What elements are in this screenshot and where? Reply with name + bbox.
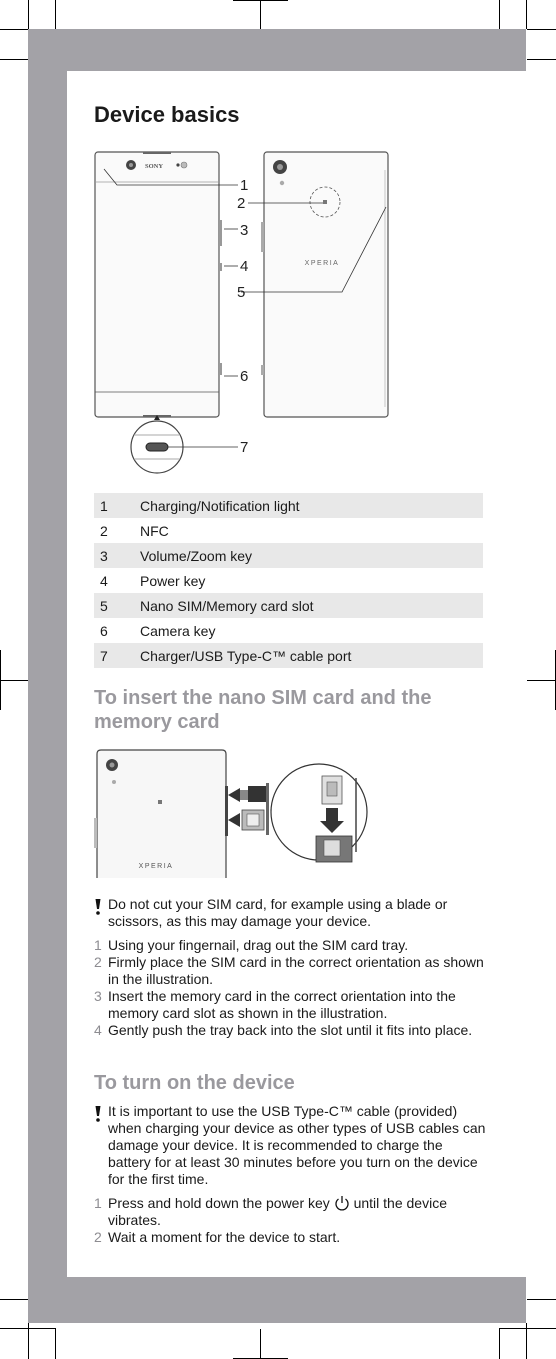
phone-back-partial: XPERIA [94,749,228,878]
list-item: 3 Insert the memory card in the correct o… [94,988,489,1022]
crop-mark [499,1328,500,1359]
part-label: Volume/Zoom key [140,543,483,568]
page-frame-bottom [28,1277,526,1323]
part-label: NFC [140,522,169,539]
sim-warning-note: Do not cut your SIM card, for example us… [94,896,489,930]
step-text: Insert the memory card in the correct or… [108,988,456,1021]
crop-mark [527,1299,556,1300]
sim-steps-list: 1 Using your fingernail, drag out the SIM… [94,937,489,1039]
part-number: 7 [94,643,140,668]
page-frame-left [28,29,67,1323]
crop-mark [55,0,56,29]
part-number: 5 [94,593,140,618]
phone-back: XPERIA [261,151,389,418]
table-row: 6 Camera key [94,618,483,643]
crop-mark [260,0,261,29]
crop-mark [0,1299,28,1300]
step-text: Gently push the tray back into the slot … [108,1022,473,1038]
page-title: Device basics [94,102,240,127]
crop-mark [28,0,29,29]
part-number: 1 [94,493,140,518]
step-number: 1 [94,937,102,953]
list-item: 2 Wait a moment for the device to start. [94,1229,489,1246]
table-row: 3 Volume/Zoom key [94,543,483,568]
sim-title-line-2: memory card [94,711,220,733]
warning-icon [95,1106,101,1122]
step-text: Firmly place the SIM card in the correct… [108,954,484,987]
crop-mark [526,0,527,29]
crop-mark [0,29,28,30]
callout-7: 7 [240,439,248,456]
part-label: Power key [140,572,206,589]
parts-table: 1 Charging/Notification light 2 NFC 3 Volum… [94,493,483,668]
step-number: 1 [94,1195,102,1211]
phone-front: SONY [94,151,222,418]
list-item: 4 Gently push the tray back into the slot… [94,1022,489,1039]
crop-mark [260,1329,261,1359]
callout-numbers: 1 2 3 4 5 6 7 [237,177,248,456]
power-warning-text: It is important to use the USB Type-C™ c… [108,1103,486,1187]
usb-port-detail [130,415,184,474]
table-row: 2 NFC [94,518,483,543]
crop-mark [0,59,28,60]
power-section-title: To turn on the device [94,1072,295,1094]
callout-3: 3 [240,222,248,239]
sim-warning-text: Do not cut your SIM card, for example us… [108,896,448,929]
crop-mark [527,59,556,60]
front-brand-label: SONY [145,163,163,170]
sim-figure-brand-label: XPERIA [139,863,174,870]
step-text: Wait a moment for the device to start. [108,1229,341,1245]
sim-title-line-1: To insert the nano SIM card and the [94,687,432,709]
crop-mark [0,650,1,710]
crop-mark [499,0,500,29]
table-row: 7 Charger/USB Type-C™ cable port [94,643,483,668]
warning-icon [95,899,101,915]
part-label: Nano SIM/Memory card slot [140,593,483,618]
sim-insert-diagram: XPERIA [94,749,368,878]
step-number: 2 [94,954,102,970]
step-number: 4 [94,1022,102,1038]
part-label: Charger/USB Type-C™ cable port [140,643,483,668]
step-number: 2 [94,1229,102,1245]
crop-mark [527,29,556,30]
power-steps-list: 1 Press and hold down the power key unti… [94,1195,489,1246]
step-text: Using your fingernail, drag out the SIM … [108,937,409,953]
step-number: 3 [94,988,102,1004]
list-item: 1 Press and hold down the power key unti… [94,1195,489,1229]
part-number: 4 [100,572,108,589]
part-label: Charging/Notification light [140,493,483,518]
crop-mark [526,1323,527,1359]
crop-mark [499,1328,556,1329]
part-number: 3 [94,543,140,568]
page-frame-top [28,29,526,71]
sim-detail-circle [270,763,368,863]
back-brand-label: XPERIA [305,260,340,267]
list-item: 2 Firmly place the SIM card in the correc… [94,954,489,988]
callout-6: 6 [240,368,248,385]
crop-mark [55,1328,56,1359]
callout-4: 4 [240,258,248,275]
callout-1: 1 [240,177,248,194]
table-row: 5 Nano SIM/Memory card slot [94,593,483,618]
device-diagram: SONY XPERIA 1 2 3 4 5 6 7 [94,151,389,474]
step-text: Press and hold down the power key [108,1195,330,1211]
power-icon [335,1196,349,1211]
crop-mark [0,680,28,681]
crop-mark [527,680,556,681]
list-item: 1 Using your fingernail, drag out the SIM… [94,937,489,954]
part-number: 2 [100,522,108,539]
callout-2: 2 [237,195,245,212]
part-number: 6 [100,622,108,639]
crop-mark [28,1323,29,1359]
table-row: 1 Charging/Notification light [94,493,483,518]
sim-section-title: To insert the nano SIM card and the memo… [94,686,484,734]
part-label: Camera key [140,622,216,639]
callout-5: 5 [237,284,245,301]
table-row: 4 Power key [94,568,483,593]
power-warning-note: It is important to use the USB Type-C™ c… [94,1103,489,1188]
